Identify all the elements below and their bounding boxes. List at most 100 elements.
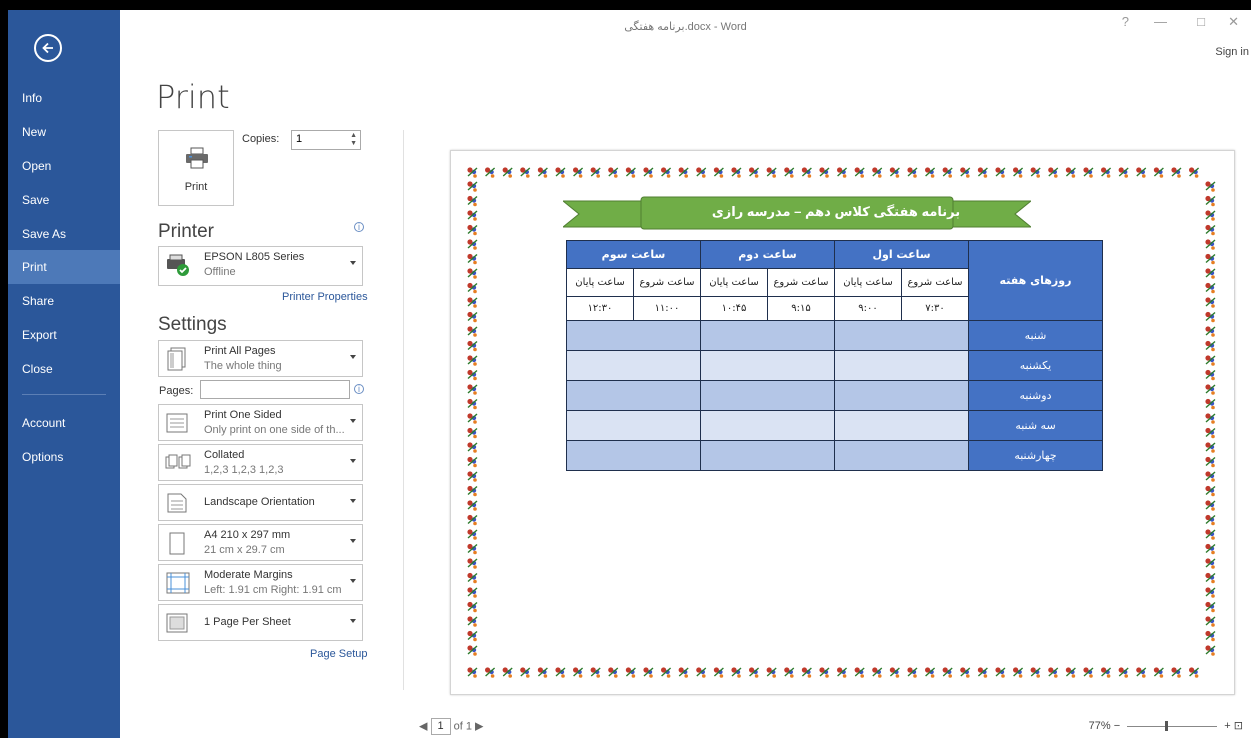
pages-per-sheet-dropdown[interactable]: 1 Page Per Sheet [158, 604, 363, 641]
table-row: شنبه [566, 320, 1103, 351]
info-icon[interactable]: i [354, 384, 364, 394]
sides-desc: Only print on one side of th... [204, 424, 345, 436]
table-row: دوشنبه [566, 380, 1103, 411]
sides-label: Print One Sided [204, 409, 282, 421]
printer-icon [186, 147, 208, 169]
zoom-thumb[interactable] [1165, 720, 1169, 731]
nav-close[interactable]: Close [8, 352, 120, 386]
zoom-out-icon[interactable]: − [1114, 720, 1120, 732]
margins-label: Moderate Margins [204, 569, 293, 581]
page-total: of 1 [453, 720, 472, 733]
start-time: ۷:۳۰ [901, 296, 969, 321]
spin-arrows-icon[interactable]: ▲ ▼ [350, 132, 357, 148]
fit-page-icon[interactable]: ⊡ [1234, 720, 1243, 732]
backstage-nav: Info New Open Save Save As Print Share E… [8, 10, 120, 738]
end-time: ۱۰:۴۵ [700, 296, 768, 321]
nav-info[interactable]: Info [8, 81, 120, 115]
back-arrow-icon[interactable] [34, 34, 62, 62]
close-window-icon[interactable]: ✕ [1228, 14, 1239, 30]
zoom-level: 77% [1088, 720, 1111, 732]
orientation-dropdown[interactable]: Landscape Orientation [158, 484, 363, 521]
collated-icon [165, 454, 191, 469]
table-row: سه شنبه [566, 410, 1103, 441]
printer-status-icon [167, 254, 189, 276]
end-time: ۹:۰۰ [834, 296, 902, 321]
printer-dropdown[interactable]: EPSON L805 Series Offline [158, 246, 363, 286]
nav-new[interactable]: New [8, 115, 120, 149]
nav-save-as[interactable]: Save As [8, 217, 120, 251]
chevron-down-icon [350, 419, 356, 423]
day-cell: سه شنبه [968, 410, 1103, 441]
chevron-down-icon [350, 539, 356, 543]
copies-label: Copies: [242, 133, 280, 145]
start-time: ۱۱:۰۰ [633, 296, 701, 321]
zoom-slider[interactable] [1127, 720, 1218, 731]
chevron-down-icon [350, 619, 356, 623]
margins-icon [166, 572, 190, 594]
period-header: ساعت دوم [700, 240, 835, 269]
minimize-icon[interactable]: — [1154, 14, 1167, 29]
end-time: ۱۲:۳۰ [566, 296, 634, 321]
one-sided-icon [166, 413, 188, 433]
nav-print[interactable]: Print [8, 250, 120, 284]
paper-size-dropdown[interactable]: A4 210 x 297 mm 21 cm x 29.7 cm [158, 524, 363, 561]
day-column-header: روزهای هفته [968, 240, 1103, 321]
help-icon[interactable]: ? [1122, 14, 1129, 29]
collation-dropdown[interactable]: Collated 1,2,3 1,2,3 1,2,3 [158, 444, 363, 481]
end-label: ساعت پایان [566, 268, 634, 297]
start-label: ساعت شروع [633, 268, 701, 297]
start-label: ساعت شروع [901, 268, 969, 297]
pages-label: Pages: [159, 385, 194, 397]
nav-open[interactable]: Open [8, 149, 120, 183]
chevron-down-icon [350, 459, 356, 463]
end-label: ساعت پایان [700, 268, 768, 297]
page-setup-link[interactable]: Page Setup [310, 648, 368, 660]
nav-export[interactable]: Export [8, 318, 120, 352]
preview-status-bar: ◀ 1 of 1 ▶ 77% − + ⊡ [405, 714, 1251, 738]
start-label: ساعت شروع [767, 268, 835, 297]
start-time: ۹:۱۵ [767, 296, 835, 321]
pages-icon [167, 347, 186, 371]
nav-account[interactable]: Account [8, 406, 120, 440]
paper-icon [169, 532, 185, 555]
sides-dropdown[interactable]: Print One Sided Only print on one side o… [158, 404, 363, 441]
copies-value: 1 [296, 133, 303, 145]
pages-input[interactable] [200, 380, 350, 399]
nav-options[interactable]: Options [8, 440, 120, 474]
chevron-down-icon [350, 499, 356, 503]
table-row: یکشنبه [566, 350, 1103, 381]
nav-save[interactable]: Save [8, 183, 120, 217]
day-cell: شنبه [968, 320, 1103, 351]
collation-label: Collated [204, 449, 245, 461]
maximize-icon[interactable]: □ [1197, 14, 1205, 29]
page-title: Print [156, 78, 230, 116]
margins-desc: Left: 1.91 cm Right: 1.91 cm [204, 584, 342, 596]
paper-size-label: A4 210 x 297 mm [204, 529, 291, 541]
table-row: چهارشنبه [566, 440, 1103, 471]
next-page-icon[interactable]: ▶ [475, 720, 483, 732]
printer-properties-link[interactable]: Printer Properties [282, 291, 368, 303]
copies-stepper[interactable]: 1 ▲ ▼ [291, 130, 361, 150]
orientation-label: Landscape Orientation [204, 496, 315, 508]
sheet-icon [166, 613, 188, 633]
period-header: ساعت اول [834, 240, 969, 269]
print-range-dropdown[interactable]: Print All Pages The whole thing [158, 340, 363, 377]
margins-dropdown[interactable]: Moderate Margins Left: 1.91 cm Right: 1.… [158, 564, 363, 601]
printer-status: Offline [204, 266, 236, 278]
print-button-label: Print [184, 181, 208, 193]
current-page-input[interactable]: 1 [430, 718, 451, 735]
nav-share[interactable]: Share [8, 284, 120, 318]
prev-page-icon[interactable]: ◀ [419, 720, 427, 732]
chevron-down-icon [350, 261, 356, 265]
day-cell: دوشنبه [968, 380, 1103, 411]
document-title: برنامه هفتگی کلاس دهم – مدرسه رازی [711, 204, 961, 219]
print-preview-page: برنامه هفتگی کلاس دهم – مدرسه رازی روزها… [450, 150, 1235, 695]
info-icon[interactable]: i [354, 222, 364, 232]
print-button[interactable]: Print [158, 130, 234, 206]
print-range-desc: The whole thing [204, 360, 282, 372]
sign-in-link[interactable]: Sign in [1215, 46, 1249, 58]
zoom-in-icon[interactable]: + [1224, 720, 1230, 732]
end-label: ساعت پایان [834, 268, 902, 297]
weekly-schedule-table: روزهای هفته ساعت اول ساعت دوم ساعت سوم س… [566, 240, 1103, 471]
zoom-control: 77% − + ⊡ [1089, 719, 1243, 732]
